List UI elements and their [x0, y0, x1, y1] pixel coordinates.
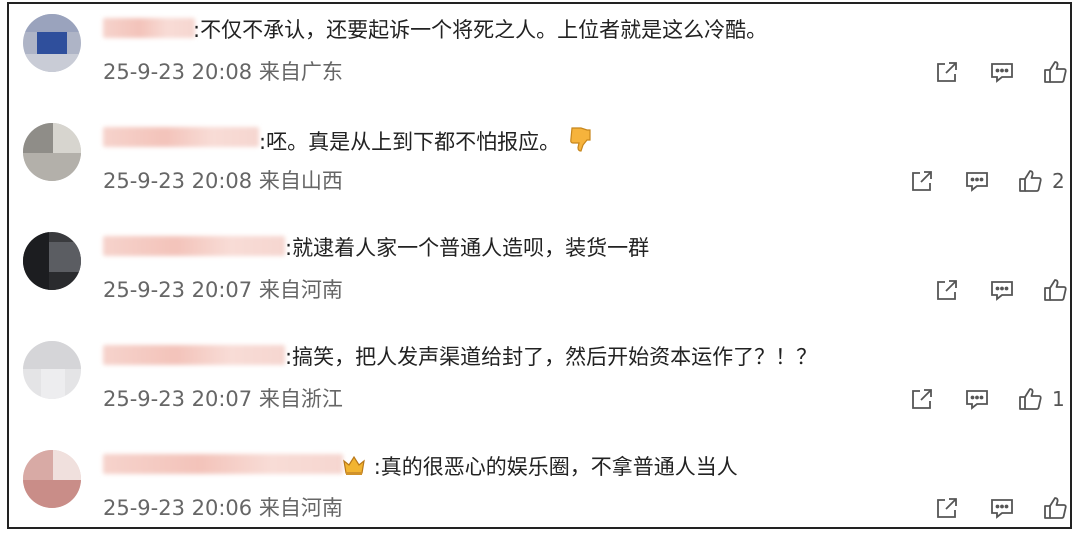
comment-location: 来自河南 [258, 496, 343, 520]
comment-time: 25-9-23 20:07 [103, 387, 253, 411]
comment-meta: 25-9-23 20:08 来自山西 [103, 167, 343, 195]
comment-item: :搞笑，把人发声渠道给封了，然后开始资本运作了？！？ 25-9-23 20:07… [9, 331, 1070, 439]
comment-item: :真的很恶心的娱乐圈，不拿普通人当人 25-9-23 20:06 来自河南 [9, 440, 1070, 527]
comment-meta: 25-9-23 20:08 来自广东 [103, 58, 343, 86]
thumbs-up-icon[interactable] [1017, 386, 1043, 412]
comment-location: 来自广东 [258, 60, 343, 84]
comment-text: :就逮着人家一个普通人造呗，装货一群 [285, 236, 650, 260]
thumbs-up-icon[interactable] [1042, 59, 1068, 85]
comment-icon[interactable] [964, 386, 990, 412]
comment-meta: 25-9-23 20:07 来自河南 [103, 276, 343, 304]
comment-meta: 25-9-23 20:07 来自浙江 [103, 385, 343, 413]
thumbs-up-icon[interactable] [1042, 277, 1068, 303]
thumbs-down-emoji [567, 125, 595, 160]
avatar[interactable] [23, 123, 81, 181]
comment-text: :搞笑，把人发声渠道给封了，然后开始资本运作了？！？ [285, 345, 818, 369]
avatar[interactable] [23, 14, 81, 72]
comment-text-body: :真的很恶心的娱乐圈，不拿普通人当人 [373, 455, 738, 479]
comment-text: :不仅不承认，还要起诉一个将死之人。上位者就是这么冷酷。 [193, 18, 768, 42]
thumbs-up-icon[interactable] [1017, 168, 1043, 194]
crown-badge-icon [341, 452, 367, 485]
share-icon[interactable] [934, 59, 960, 85]
comment-time: 25-9-23 20:06 [103, 496, 253, 520]
username-blurred[interactable] [103, 18, 195, 38]
like-count: 2 [1052, 169, 1065, 193]
comment-item: :呸。真是从上到下都不怕报应。 25-9-23 20:08 来自山西 2 [9, 113, 1070, 221]
share-icon[interactable] [934, 277, 960, 303]
username-blurred[interactable] [103, 345, 285, 365]
comment-text: :真的很恶心的娱乐圈，不拿普通人当人 [341, 452, 738, 485]
comment-text-body: :呸。真是从上到下都不怕报应。 [259, 130, 561, 154]
thumbs-up-icon[interactable] [1042, 495, 1068, 521]
comment-list: :不仅不承认，还要起诉一个将死之人。上位者就是这么冷酷。 25-9-23 20:… [7, 2, 1072, 529]
avatar[interactable] [23, 450, 81, 508]
comment-item: :不仅不承认，还要起诉一个将死之人。上位者就是这么冷酷。 25-9-23 20:… [9, 4, 1070, 112]
comment-text: :呸。真是从上到下都不怕报应。 [259, 125, 595, 160]
comment-icon[interactable] [989, 277, 1015, 303]
share-icon[interactable] [934, 495, 960, 521]
share-icon[interactable] [909, 168, 935, 194]
comment-time: 25-9-23 20:07 [103, 278, 253, 302]
comment-meta: 25-9-23 20:06 来自河南 [103, 494, 343, 522]
comment-location: 来自山西 [258, 169, 343, 193]
share-icon[interactable] [909, 386, 935, 412]
like-count: 1 [1052, 387, 1065, 411]
avatar[interactable] [23, 341, 81, 399]
comment-location: 来自浙江 [258, 387, 343, 411]
comment-item: :就逮着人家一个普通人造呗，装货一群 25-9-23 20:07 来自河南 [9, 222, 1070, 330]
comment-location: 来自河南 [258, 278, 343, 302]
comment-time: 25-9-23 20:08 [103, 60, 253, 84]
comment-icon[interactable] [964, 168, 990, 194]
comment-icon[interactable] [989, 59, 1015, 85]
username-blurred[interactable] [103, 454, 343, 474]
username-blurred[interactable] [103, 127, 259, 147]
comment-time: 25-9-23 20:08 [103, 169, 253, 193]
username-blurred[interactable] [103, 236, 285, 256]
avatar[interactable] [23, 232, 81, 290]
comment-icon[interactable] [989, 495, 1015, 521]
